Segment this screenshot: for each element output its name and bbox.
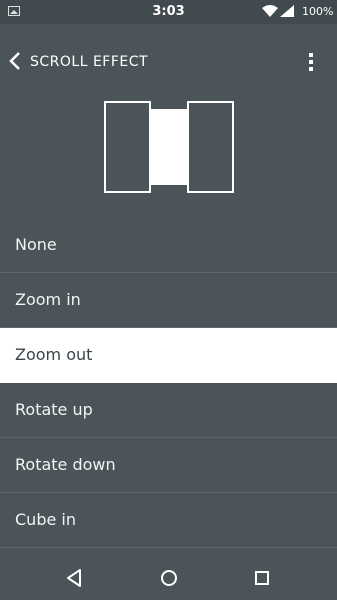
chevron-left-icon[interactable] — [6, 50, 24, 72]
page-title: SCROLL EFFECT — [30, 54, 149, 70]
effect-item-rotate-down[interactable]: Rotate down — [0, 438, 337, 493]
back-triangle-icon[interactable] — [64, 567, 84, 589]
wifi-icon — [262, 5, 278, 17]
navigation-bar — [0, 556, 337, 600]
more-vertical-icon[interactable] — [303, 50, 319, 74]
scroll-effect-preview — [104, 101, 234, 193]
effect-label: Zoom out — [15, 345, 93, 364]
effect-item-zoom-out[interactable]: Zoom out — [0, 328, 337, 383]
effect-label: None — [15, 235, 57, 254]
effect-label: Cube in — [15, 510, 76, 529]
battery-level: 100% — [302, 5, 334, 18]
effect-item-rotate-up[interactable]: Rotate up — [0, 383, 337, 438]
home-circle-icon[interactable] — [158, 567, 180, 589]
effect-item-none[interactable]: None — [0, 218, 337, 273]
effect-label: Rotate up — [15, 400, 93, 419]
preview-right-page — [187, 101, 234, 193]
effect-item-cube-in[interactable]: Cube in — [0, 493, 337, 548]
effect-label: Zoom in — [15, 290, 81, 309]
preview-left-page — [104, 101, 151, 193]
effect-list: None Zoom in Zoom out Rotate up Rotate d… — [0, 218, 337, 548]
toolbar: SCROLL EFFECT — [0, 38, 337, 86]
status-bar: 3:03 100% — [0, 0, 337, 24]
effect-label: Rotate down — [15, 455, 116, 474]
recents-square-icon[interactable] — [252, 567, 272, 589]
signal-icon — [280, 5, 294, 17]
preview-center-page — [150, 109, 188, 185]
effect-item-zoom-in[interactable]: Zoom in — [0, 273, 337, 328]
